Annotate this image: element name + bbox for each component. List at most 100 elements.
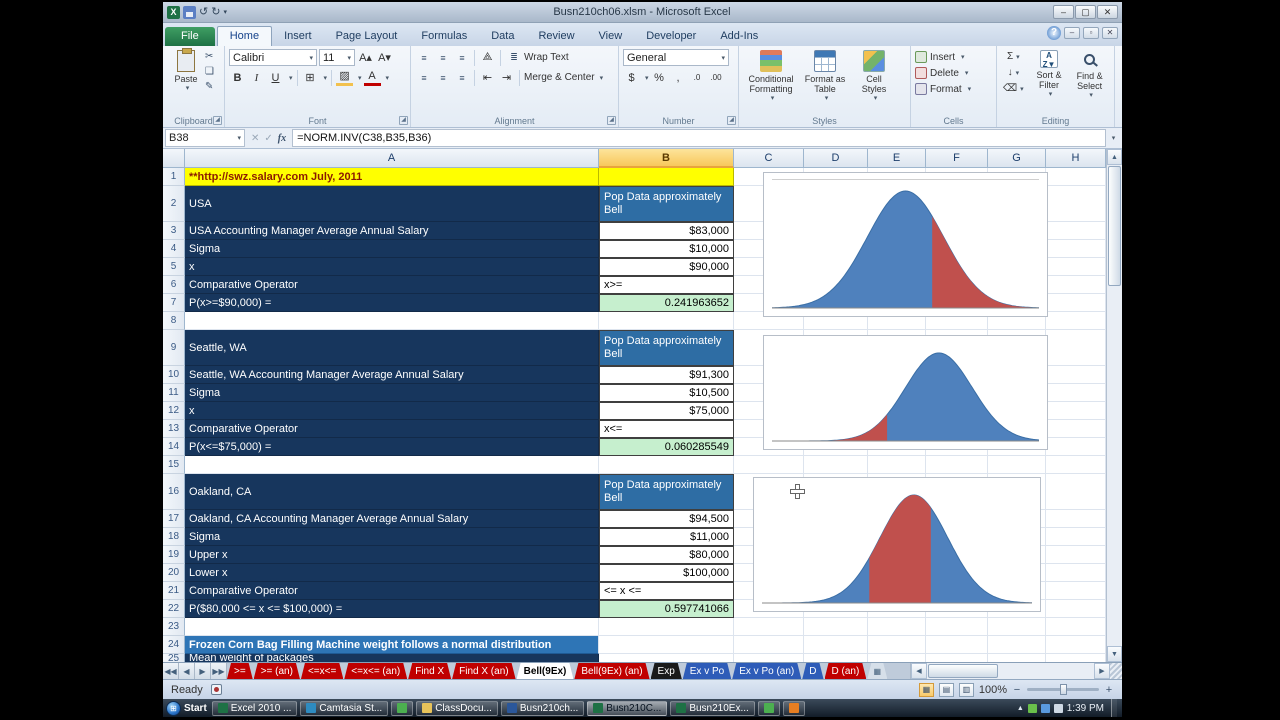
chart-seattle[interactable] <box>763 335 1048 450</box>
tab-page-layout[interactable]: Page Layout <box>324 27 410 46</box>
row-header-18[interactable]: 18 <box>163 528 185 546</box>
tab-file[interactable]: File <box>165 27 215 46</box>
taskbar-button-Busn210ch...[interactable]: Busn210ch... <box>500 700 585 716</box>
taskbar-button-Excel 2010 ...[interactable]: Excel 2010 ... <box>211 700 298 716</box>
wrap-text-button[interactable]: Wrap Text <box>524 52 569 63</box>
delete-cells-button[interactable]: Delete ▾ <box>915 65 992 81</box>
minimize-button[interactable]: – <box>1053 5 1074 19</box>
row-header-22[interactable]: 22 <box>163 600 185 618</box>
row-header-17[interactable]: 17 <box>163 510 185 528</box>
row-header-3[interactable]: 3 <box>163 222 185 240</box>
cell-B7[interactable]: 0.241963652 <box>599 294 734 312</box>
cell-H6[interactable] <box>1046 276 1106 294</box>
cell-B9[interactable]: Pop Data approximately Bell <box>599 330 734 366</box>
column-header-E[interactable]: E <box>868 149 926 168</box>
cell-A19[interactable]: Upper x <box>185 546 599 564</box>
format-painter-icon[interactable]: ✎ <box>205 79 214 94</box>
cell-B19[interactable]: $80,000 <box>599 546 734 564</box>
cell-C25[interactable] <box>734 654 804 662</box>
cell-H25[interactable] <box>1046 654 1106 662</box>
cell-H10[interactable] <box>1046 366 1106 384</box>
align-center-button[interactable]: ≡ <box>434 69 451 86</box>
sort-filter-button[interactable]: A Z▼ Sort & Filter ▾ <box>1029 49 1070 113</box>
column-header-G[interactable]: G <box>988 149 1046 168</box>
increase-indent-button[interactable]: ⇥ <box>498 69 515 86</box>
cell-B1[interactable] <box>599 168 734 186</box>
cell-A25[interactable]: Mean weight of packages <box>185 654 599 662</box>
row-header-23[interactable]: 23 <box>163 618 185 636</box>
insert-cells-button[interactable]: Insert ▾ <box>915 49 992 65</box>
cell-H9[interactable] <box>1046 330 1106 366</box>
sheet-tab->=[interactable]: >= <box>227 663 253 679</box>
cell-A5[interactable]: x <box>185 258 599 276</box>
cell-A17[interactable]: Oakland, CA Accounting Manager Average A… <box>185 510 599 528</box>
cell-H22[interactable] <box>1046 600 1106 618</box>
decrease-indent-button[interactable]: ⇤ <box>479 69 496 86</box>
taskbar-button-ClassDocu...[interactable]: ClassDocu... <box>416 700 498 716</box>
sheet-tab-Bell(9Ex) (an)[interactable]: Bell(9Ex) (an) <box>574 663 649 679</box>
taskbar-button-Camtasia St...[interactable]: Camtasia St... <box>300 700 389 716</box>
sheet-tab-Ex v Po[interactable]: Ex v Po <box>683 663 731 679</box>
cell-A20[interactable]: Lower x <box>185 564 599 582</box>
underline-button[interactable]: U <box>267 69 284 86</box>
zoom-out-icon[interactable]: − <box>1012 684 1022 696</box>
scroll-down-icon[interactable]: ▼ <box>1107 646 1122 662</box>
cell-A7[interactable]: P(x>=$90,000) = <box>185 294 599 312</box>
cell-E24[interactable] <box>868 636 926 654</box>
redo-icon[interactable]: ↻ <box>211 6 220 19</box>
taskbar-button-Busn210Ex...[interactable]: Busn210Ex... <box>670 700 755 716</box>
tab-add-ins[interactable]: Add-Ins <box>708 27 770 46</box>
cell-D24[interactable] <box>804 636 868 654</box>
taskbar-button-Busn210C...[interactable]: Busn210C... <box>587 700 668 716</box>
row-header-14[interactable]: 14 <box>163 438 185 456</box>
row-header-4[interactable]: 4 <box>163 240 185 258</box>
align-left-button[interactable]: ≡ <box>415 69 432 86</box>
cell-H17[interactable] <box>1046 510 1106 528</box>
horizontal-scrollbar[interactable]: ◀ ▶ <box>910 663 1110 679</box>
cell-B6[interactable]: x>= <box>599 276 734 294</box>
fill-color-button[interactable]: ▨ <box>336 69 354 86</box>
workbook-minimize-icon[interactable]: – <box>1064 27 1080 39</box>
row-header-12[interactable]: 12 <box>163 402 185 420</box>
copy-icon[interactable]: ❏ <box>205 64 214 79</box>
page-break-view-icon[interactable]: ▥ <box>958 682 974 697</box>
sheet-tab-D (an)[interactable]: D (an) <box>825 663 867 679</box>
qat-customize-icon[interactable]: ▾ <box>223 8 227 16</box>
cell-D25[interactable] <box>804 654 868 662</box>
cell-G24[interactable] <box>988 636 1046 654</box>
clear-button[interactable]: ⌫ ▾ <box>1001 81 1026 96</box>
tab-insert[interactable]: Insert <box>272 27 324 46</box>
row-header-2[interactable]: 2 <box>163 186 185 222</box>
cell-G15[interactable] <box>988 456 1046 474</box>
restore-button[interactable]: ▢ <box>1075 5 1096 19</box>
cell-E23[interactable] <box>868 618 926 636</box>
tab-view[interactable]: View <box>587 27 635 46</box>
cell-B17[interactable]: $94,500 <box>599 510 734 528</box>
row-header-24[interactable]: 24 <box>163 636 185 654</box>
vertical-scroll-thumb[interactable] <box>1108 166 1121 286</box>
cell-A14[interactable]: P(x<=$75,000) = <box>185 438 599 456</box>
cell-C24[interactable] <box>734 636 804 654</box>
row-header-16[interactable]: 16 <box>163 474 185 510</box>
row-header-10[interactable]: 10 <box>163 366 185 384</box>
sheet-tab-Ex v Po (an)[interactable]: Ex v Po (an) <box>732 663 801 679</box>
sheet-tab-<=x<=[interactable]: <=x<= <box>301 663 343 679</box>
tray-app-icon[interactable] <box>1027 703 1037 713</box>
cell-B20[interactable]: $100,000 <box>599 564 734 582</box>
align-middle-button[interactable]: ≡ <box>434 49 451 66</box>
cell-A24[interactable]: Frozen Corn Bag Filling Machine weight f… <box>185 636 599 654</box>
cell-G25[interactable] <box>988 654 1046 662</box>
cell-H13[interactable] <box>1046 420 1106 438</box>
row-header-21[interactable]: 21 <box>163 582 185 600</box>
align-top-button[interactable]: ≡ <box>415 49 432 66</box>
help-icon[interactable]: ? <box>1047 26 1061 40</box>
cell-A3[interactable]: USA Accounting Manager Average Annual Sa… <box>185 222 599 240</box>
select-all-corner[interactable] <box>163 149 185 168</box>
volume-icon[interactable] <box>1053 703 1063 713</box>
cell-H3[interactable] <box>1046 222 1106 240</box>
vertical-scrollbar[interactable]: ▲ ▼ <box>1106 149 1122 662</box>
cell-A13[interactable]: Comparative Operator <box>185 420 599 438</box>
tab-data[interactable]: Data <box>479 27 526 46</box>
start-label[interactable]: Start <box>184 703 207 714</box>
horizontal-scroll-thumb[interactable] <box>928 664 998 678</box>
